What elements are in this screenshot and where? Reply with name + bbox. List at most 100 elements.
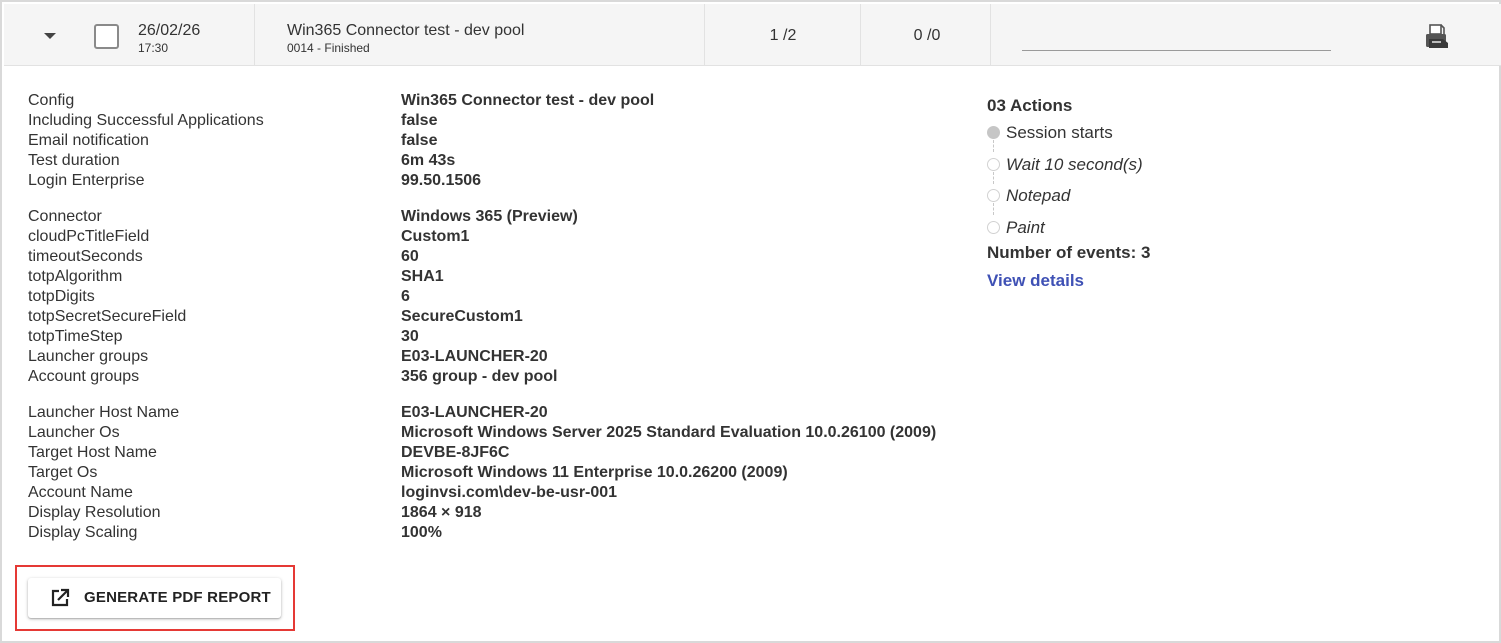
run-time: 17:30 <box>138 41 169 55</box>
step-connector <box>993 203 994 215</box>
detail-row: Launcher groups E03-LAUNCHER-20 <box>28 347 968 367</box>
detail-label: Including Successful Applications <box>28 112 264 129</box>
detail-value: 100% <box>401 524 442 541</box>
date-cell: 26/02/26 17:30 <box>138 21 200 55</box>
detail-value: DEVBE-8JF6C <box>401 444 510 461</box>
test-title: Win365 Connector test - dev pool <box>287 22 525 39</box>
step-dot-icon <box>987 126 1000 139</box>
title-cell: Win365 Connector test - dev pool 0014 - … <box>287 21 524 55</box>
detail-row: totpSecretSecureField SecureCustom1 <box>28 307 968 327</box>
generate-pdf-report-label: GENERATE PDF REPORT <box>84 589 271 606</box>
detail-row: Display Resolution 1864 × 918 <box>28 503 968 523</box>
detail-value: 60 <box>401 248 419 265</box>
detail-label: Config <box>28 92 75 109</box>
action-item: Paint <box>987 216 1387 248</box>
detail-value: E03-LAUNCHER-20 <box>401 404 548 421</box>
detail-value: Windows 365 (Preview) <box>401 208 578 225</box>
detail-value: 6 <box>401 288 410 305</box>
action-item: Notepad <box>987 184 1387 216</box>
detail-row: Target Host Name DEVBE-8JF6C <box>28 443 968 463</box>
column-divider <box>860 4 861 66</box>
open-external-icon <box>50 588 70 608</box>
detail-label: Display Scaling <box>28 524 138 541</box>
actions-title: 03 Actions <box>987 96 1073 115</box>
printer-export-icon[interactable] <box>1422 22 1452 52</box>
detail-value: false <box>401 132 438 149</box>
detail-label: Test duration <box>28 152 120 169</box>
detail-label: Email notification <box>28 132 149 149</box>
detail-label: cloudPcTitleField <box>28 228 150 245</box>
test-status: 0014 - Finished <box>287 41 370 55</box>
detail-value: Win365 Connector test - dev pool <box>401 92 655 109</box>
detail-label: Account Name <box>28 484 133 501</box>
detail-value: 30 <box>401 328 419 345</box>
detail-label: Connector <box>28 208 102 225</box>
action-label: Wait 10 second(s) <box>1006 154 1143 174</box>
detail-label: timeoutSeconds <box>28 248 143 265</box>
count-a: 1 /2 <box>769 27 797 44</box>
progress-bar <box>1022 50 1331 51</box>
detail-label: Account groups <box>28 368 140 385</box>
detail-value: 99.50.1506 <box>401 172 482 189</box>
column-divider <box>990 4 991 66</box>
detail-row: Account groups 356 group - dev pool <box>28 367 968 387</box>
step-connector <box>993 171 994 184</box>
detail-value: Microsoft Windows Server 2025 Standard E… <box>401 424 937 441</box>
detail-value: SecureCustom1 <box>401 308 523 325</box>
detail-label: Launcher Host Name <box>28 404 180 421</box>
detail-row: cloudPcTitleField Custom1 <box>28 227 968 247</box>
connector-group: Connector Windows 365 (Preview) cloudPcTit… <box>28 207 968 387</box>
action-label: Notepad <box>1006 186 1071 205</box>
detail-row: Email notification false <box>28 131 968 151</box>
detail-value: E03-LAUNCHER-20 <box>401 348 548 365</box>
detail-label: Launcher groups <box>28 348 149 365</box>
detail-row: Including Successful Applications false <box>28 111 968 131</box>
step-connector <box>993 140 994 152</box>
chevron-down-icon[interactable] <box>40 26 60 46</box>
detail-label: totpSecretSecureField <box>28 308 187 325</box>
detail-row: Test duration 6m 43s <box>28 151 968 171</box>
view-details-link[interactable]: View details <box>987 269 1084 293</box>
detail-row: timeoutSeconds 60 <box>28 247 968 267</box>
detail-label: Display Resolution <box>28 504 161 521</box>
detail-row: Launcher Os Microsoft Windows Server 2025… <box>28 423 968 443</box>
action-item: Wait 10 second(s) <box>987 153 1387 185</box>
detail-value: SHA1 <box>401 268 444 285</box>
detail-row: Display Scaling 100% <box>28 523 968 543</box>
step-dot-icon <box>987 189 1000 202</box>
detail-row: totpDigits 6 <box>28 287 968 307</box>
detail-value: false <box>401 112 438 129</box>
host-group: Launcher Host Name E03-LAUNCHER-20 Launche… <box>28 403 968 543</box>
step-dot-icon <box>987 220 1000 234</box>
results-panel: 26/02/26 17:30 Win365 Connector test - d… <box>0 0 1501 643</box>
detail-label: totpAlgorithm <box>28 268 123 285</box>
detail-row: Login Enterprise 99.50.1506 <box>28 171 968 191</box>
detail-row: Launcher Host Name E03-LAUNCHER-20 <box>28 403 968 423</box>
run-date: 26/02/26 <box>138 22 201 39</box>
count-b: 0 /0 <box>913 27 941 44</box>
detail-value: 6m 43s <box>401 152 456 169</box>
column-divider <box>254 4 255 66</box>
config-group: Config Win365 Connector test - dev pool In… <box>28 91 968 191</box>
step-dot-icon <box>987 157 1000 171</box>
detail-row: Connector Windows 365 (Preview) <box>28 207 968 227</box>
detail-label: totpTimeStep <box>28 328 123 345</box>
detail-label: Target Os <box>28 464 98 481</box>
generate-pdf-report-button[interactable]: GENERATE PDF REPORT <box>28 578 281 618</box>
action-item: Session starts <box>987 121 1387 153</box>
result-row-header[interactable]: 26/02/26 17:30 Win365 Connector test - d… <box>4 4 1501 66</box>
detail-label: Target Host Name <box>28 444 157 461</box>
action-list: Session starts Wait 10 second(s) Notepad Pa… <box>987 121 1387 247</box>
detail-row: totpAlgorithm SHA1 <box>28 267 968 287</box>
detail-row: Target Os Microsoft Windows 11 Enterprise… <box>28 463 968 483</box>
row-checkbox[interactable] <box>94 24 119 49</box>
column-divider <box>704 4 705 66</box>
action-label: Paint <box>1006 217 1045 237</box>
test-details: Config Win365 Connector test - dev pool In… <box>28 91 968 559</box>
detail-label: totpDigits <box>28 288 95 305</box>
detail-value: loginvsi.com\dev-be-usr-001 <box>401 484 618 501</box>
detail-row: Account Name loginvsi.com\dev-be-usr-001 <box>28 483 968 503</box>
detail-row: totpTimeStep 30 <box>28 327 968 347</box>
detail-value: Custom1 <box>401 228 470 245</box>
detail-label: Login Enterprise <box>28 172 145 189</box>
